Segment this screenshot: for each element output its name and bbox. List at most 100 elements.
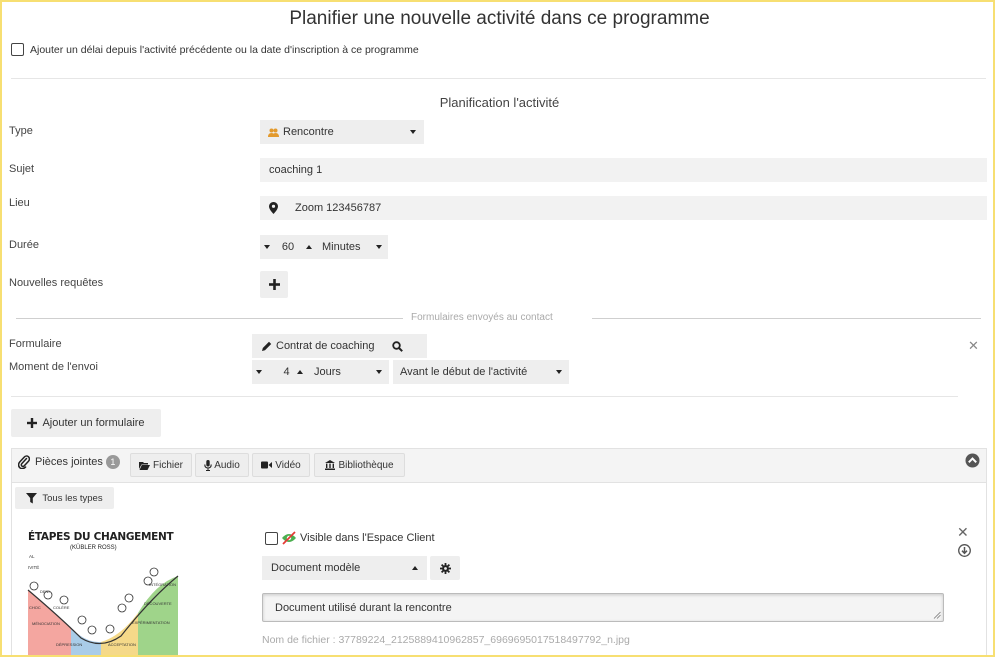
place-value: Zoom 123456787 — [295, 202, 382, 214]
modal-frame: Planifier une nouvelle activité dans ce … — [0, 0, 995, 657]
thumbnail-stage-label: DENI — [40, 589, 50, 594]
file-button[interactable]: Fichier — [130, 453, 192, 477]
send-moment-label: Moment de l'envoi — [9, 361, 98, 373]
attachments-title: Pièces jointes — [35, 456, 103, 468]
add-form-label: Ajouter un formulaire — [42, 417, 145, 429]
library-button[interactable]: Bibliothèque — [314, 453, 405, 477]
send-unit-dropdown[interactable]: Jours — [307, 360, 389, 384]
gear-icon — [439, 562, 451, 574]
delay-checkbox[interactable] — [11, 43, 24, 56]
library-button-label: Bibliothèque — [338, 459, 394, 471]
place-input[interactable]: Zoom 123456787 — [260, 196, 987, 220]
chevron-down-icon — [376, 370, 382, 374]
thumbnail-heading: ÉTAPES DU CHANGEMENT — [28, 531, 174, 543]
divider — [11, 78, 986, 79]
template-value: Document modèle — [271, 562, 361, 574]
download-icon[interactable] — [958, 544, 971, 557]
visible-client-label: Visible dans l'Espace Client — [300, 532, 435, 544]
plus-icon — [268, 279, 280, 290]
plus-icon — [27, 418, 38, 428]
attachments-title-row: Pièces jointes 1 — [18, 455, 120, 469]
remove-attachment-icon[interactable]: ✕ — [957, 524, 969, 541]
pencil-icon — [262, 341, 272, 351]
filter-type-button[interactable]: Tous les types — [15, 487, 114, 509]
thumbnail-stage-label: EXPÉRIMENTATION — [132, 620, 170, 625]
send-amount-stepper[interactable]: 4 — [252, 360, 307, 384]
place-label: Lieu — [9, 197, 30, 209]
planning-title: Planification l'activité — [439, 95, 560, 110]
video-button-label: Vidéo — [275, 459, 301, 471]
users-icon — [268, 128, 279, 137]
attachment-filename: Nom de fichier : 37789224_21258894109628… — [262, 634, 630, 646]
decrement-icon[interactable] — [256, 370, 262, 374]
eye-slash-icon — [282, 531, 296, 545]
subject-input[interactable]: coaching 1 — [260, 158, 987, 182]
forms-legend: Formulaires envoyés au contact — [411, 312, 553, 323]
send-unit-value: Jours — [314, 366, 341, 378]
requests-label: Nouvelles requêtes — [9, 277, 104, 289]
send-amount-value: 4 — [283, 366, 290, 378]
form-value: Contrat de coaching — [276, 340, 375, 352]
decrement-icon[interactable] — [264, 245, 270, 249]
filter-icon — [26, 492, 38, 503]
page-title: Planifier une nouvelle activité dans ce … — [289, 8, 710, 29]
chevron-up-icon — [412, 566, 418, 570]
divider — [11, 396, 958, 397]
video-camera-icon — [261, 461, 273, 469]
visible-client-checkbox[interactable] — [265, 531, 278, 545]
audio-button[interactable]: Audio — [195, 453, 249, 477]
thumbnail-stage-label: DÉCOUVERTE — [144, 601, 172, 606]
send-when-dropdown[interactable]: Avant le début de l'activité — [393, 360, 569, 384]
thumbnail-stage-label: COLÈRE — [53, 605, 70, 610]
attachments-count-badge: 1 — [105, 455, 120, 469]
file-button-label: Fichier — [152, 459, 183, 471]
filter-type-label: Tous les types — [42, 492, 103, 504]
type-value: Rencontre — [283, 126, 334, 138]
audio-button-label: Audio — [214, 459, 240, 471]
microphone-icon — [204, 459, 212, 471]
collapse-icon[interactable] — [965, 453, 980, 468]
resize-handle-icon[interactable] — [933, 611, 941, 619]
search-icon[interactable] — [392, 340, 404, 352]
type-dropdown[interactable]: Rencontre — [260, 120, 424, 144]
chevron-down-icon — [556, 370, 562, 374]
settings-button[interactable] — [430, 556, 460, 580]
template-dropdown[interactable]: Document modèle — [262, 556, 427, 580]
remove-form-icon[interactable]: ✕ — [968, 338, 979, 354]
form-select[interactable]: Contrat de coaching — [252, 334, 427, 358]
chevron-down-icon — [410, 130, 416, 134]
add-request-button[interactable] — [260, 271, 288, 298]
thumbnail-stage-label: DÉPRESSION — [56, 642, 83, 647]
increment-icon[interactable] — [306, 245, 312, 249]
send-when-value: Avant le début de l'activité — [400, 366, 528, 378]
delay-checkbox-label: Ajouter un délai depuis l'activité précé… — [30, 43, 419, 56]
visible-client-row[interactable]: Visible dans l'Espace Client — [265, 531, 435, 545]
thumbnail-left-mark: AL — [29, 554, 35, 559]
duration-label: Durée — [9, 239, 39, 251]
add-form-button[interactable]: Ajouter un formulaire — [11, 409, 161, 437]
duration-value: 60 — [281, 241, 295, 253]
attachment-thumbnail[interactable]: ÉTAPES DU CHANGEMENT (KÜBLER ROSS) AL IV… — [26, 528, 182, 655]
duration-unit-dropdown[interactable]: Minutes — [316, 235, 388, 259]
thumbnail-stage-label: MÉNOCIATION — [32, 621, 60, 626]
attachment-description-textarea[interactable]: Document utilisé durant la rencontre — [262, 593, 944, 622]
chevron-down-icon — [376, 245, 382, 249]
form-label: Formulaire — [9, 338, 62, 350]
duration-unit-value: Minutes — [322, 241, 361, 253]
folder-open-icon — [138, 461, 150, 470]
thumbnail-left-mark: IVITÉ — [28, 565, 40, 570]
institution-icon — [325, 460, 336, 470]
delay-checkbox-row[interactable]: Ajouter un délai depuis l'activité précé… — [11, 43, 419, 56]
duration-stepper[interactable]: 60 — [260, 235, 316, 259]
thumbnail-subheading: (KÜBLER ROSS) — [70, 545, 117, 551]
legend-line-right — [592, 318, 981, 319]
type-label: Type — [9, 125, 33, 137]
thumbnail-stage-label: INTÉGRATION — [149, 582, 177, 587]
thumbnail-stage-label: ACCEPTATION — [108, 642, 136, 647]
video-button[interactable]: Vidéo — [252, 453, 310, 477]
increment-icon[interactable] — [297, 370, 303, 374]
legend-line-left — [16, 318, 403, 319]
subject-label: Sujet — [9, 163, 35, 175]
thumbnail-stage-label: CHOC — [29, 605, 41, 610]
map-marker-icon — [269, 202, 278, 214]
